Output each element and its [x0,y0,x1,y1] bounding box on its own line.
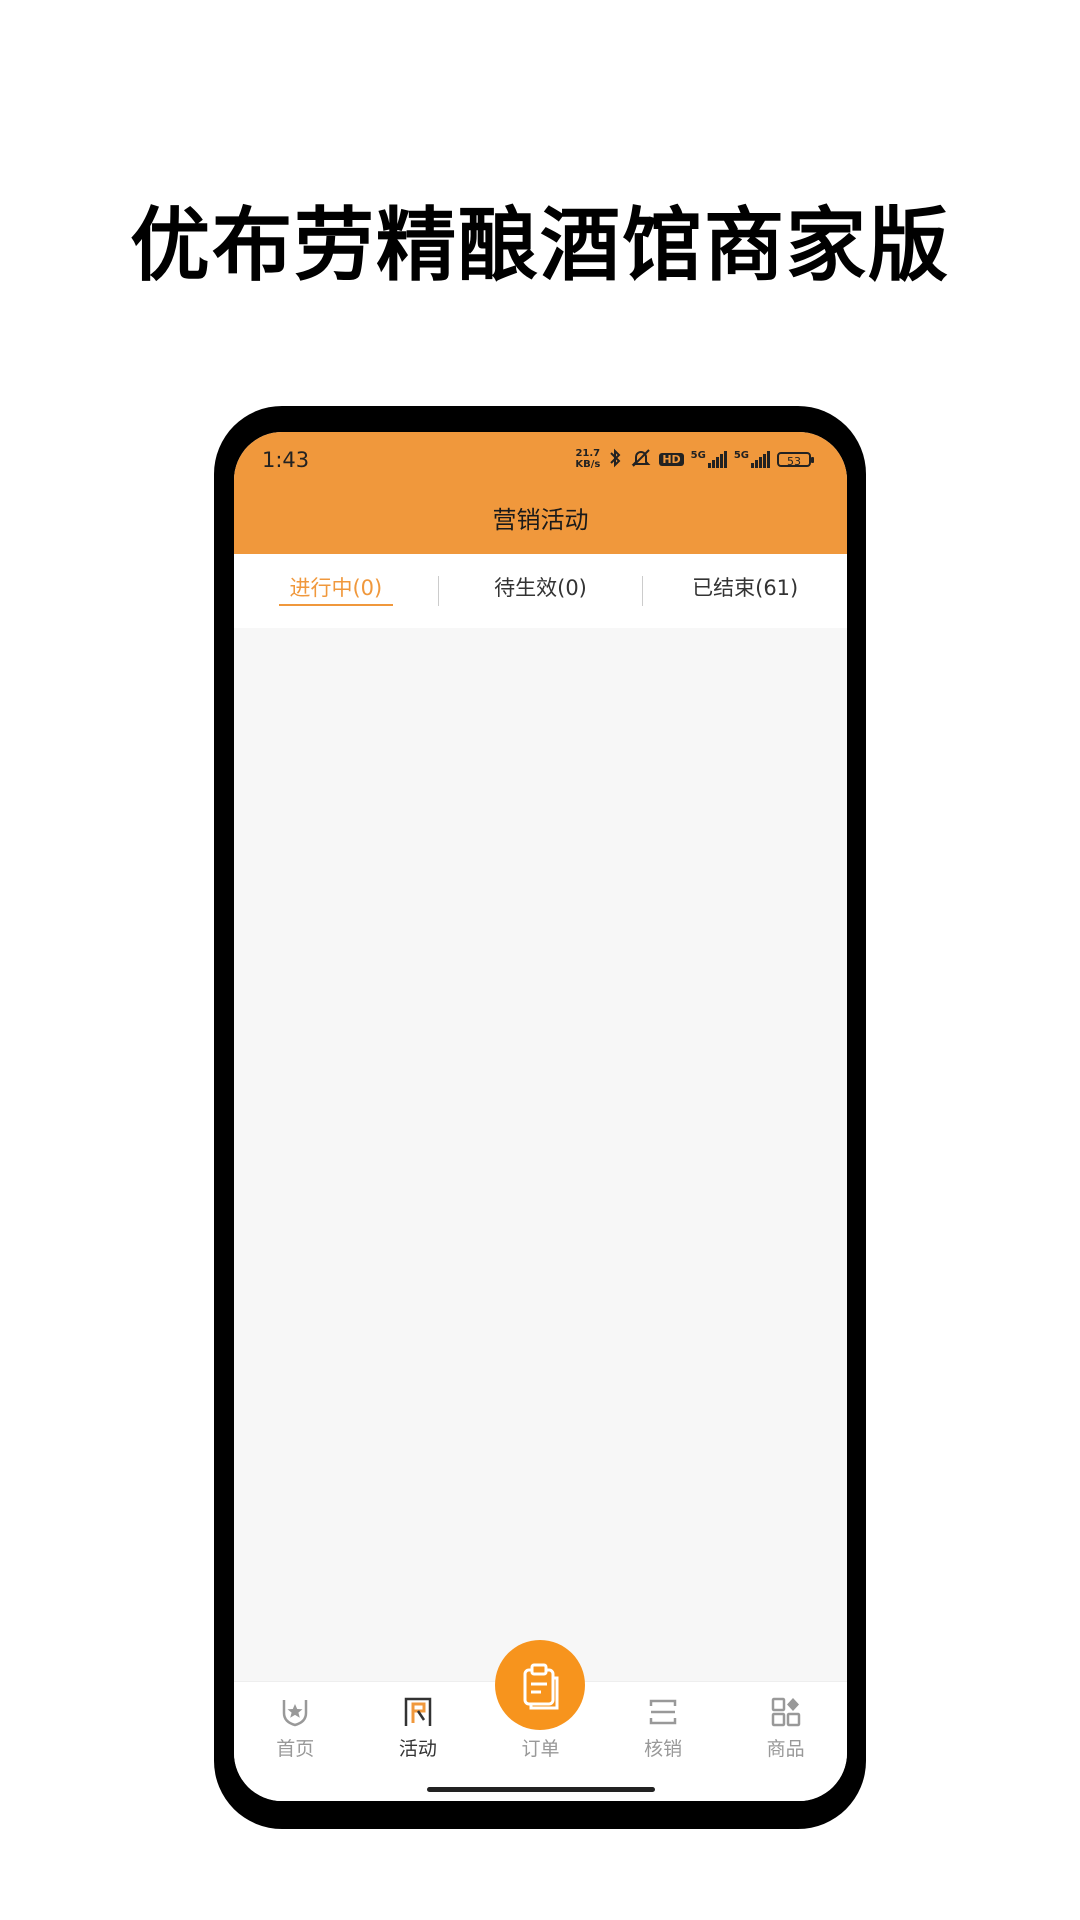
status-icons: 21.7 KB/s HD 5G 5G 53 [575,448,814,470]
nav-label-orders: 订单 [521,1738,560,1760]
app-header: 1:43 21.7 KB/s HD 5G 5G 53 营销活动 [234,432,847,554]
bottom-nav: 首页 活动 订单 核销 商品 [234,1640,847,1801]
tab-bar: 进行中(0) 待生效(0) 已结束(61) [234,554,847,628]
tab-pending[interactable]: 待生效(0) [439,554,643,628]
home-badge-icon [283,1700,308,1727]
nav-item-orders[interactable]: 订单 [479,1640,602,1801]
battery-icon: 53 [777,451,814,468]
nav-label-products: 商品 [766,1738,805,1760]
activity-list-empty [234,628,847,1644]
network-speed-unit: KB/s [575,459,601,470]
nav-item-home[interactable]: 首页 [234,1682,357,1801]
nav-label-verify: 核销 [644,1738,683,1760]
mute-bell-icon [630,448,652,470]
tab-ended[interactable]: 已结束(61) [643,554,847,628]
orders-center-button[interactable] [495,1640,586,1730]
nav-label-activity: 活动 [398,1738,437,1760]
nav-item-verify[interactable]: 核销 [602,1682,725,1801]
grid-icon [771,1697,800,1727]
status-bar: 1:43 21.7 KB/s HD 5G 5G 53 [234,446,847,480]
tab-in-progress[interactable]: 进行中(0) [234,554,438,628]
activity-flag-icon [404,1697,432,1726]
status-time: 1:43 [262,448,310,472]
phone-frame: 1:43 21.7 KB/s HD 5G 5G 53 营销活动 进行中(0) 待… [214,406,866,1829]
phone-screen: 1:43 21.7 KB/s HD 5G 5G 53 营销活动 进行中(0) 待… [234,432,847,1801]
hd-badge: HD [659,452,684,466]
network-speed-value: 21.7 [575,448,601,459]
network-speed: 21.7 KB/s [575,448,600,470]
signal-5g-icon: 5G [691,450,727,468]
nav-label-home: 首页 [276,1738,315,1760]
home-indicator[interactable] [426,1787,655,1792]
signal-5g-icon-2: 5G [734,450,770,468]
scan-icon [649,1699,677,1725]
clipboard-icon [523,1663,559,1710]
page-title: 营销活动 [492,506,589,534]
nav-item-activity[interactable]: 活动 [357,1682,480,1801]
nav-item-products[interactable]: 商品 [724,1682,847,1801]
bluetooth-icon [607,448,623,470]
promo-title: 优布劳精酿酒馆商家版 [130,199,950,292]
